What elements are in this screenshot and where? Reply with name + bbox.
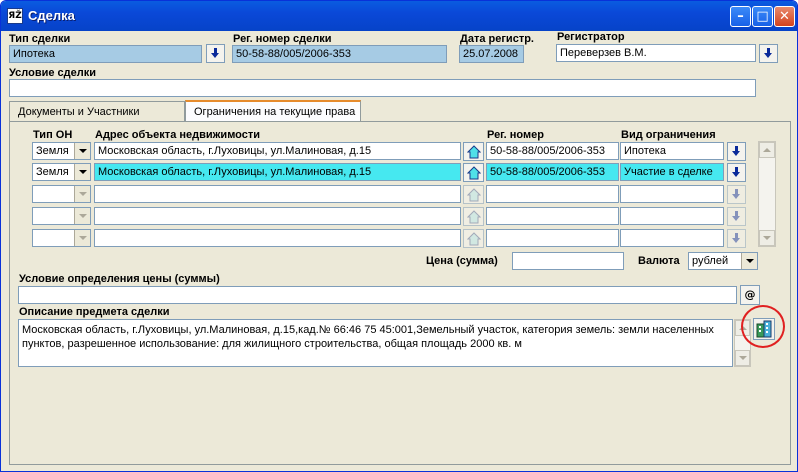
chevron-down-icon[interactable] (741, 253, 757, 269)
reg-number-label: Рег. номер сделки (233, 33, 332, 45)
row-type-select[interactable] (32, 185, 91, 203)
reg-number-field[interactable]: 50-58-88/005/2006-353 (232, 45, 447, 63)
app-icon: ЯŽ (7, 8, 23, 24)
chevron-down-icon[interactable] (74, 208, 90, 224)
row-object-button[interactable] (463, 229, 484, 248)
row-reg-number-field[interactable]: 50-58-88/005/2006-353 (486, 163, 619, 181)
row-object-button[interactable] (463, 163, 484, 182)
price-field[interactable] (512, 252, 624, 270)
row-type-select[interactable] (32, 229, 91, 247)
row-restriction-field[interactable] (620, 207, 724, 225)
registrar-label: Регистратор (557, 31, 625, 43)
tab-current-rights-restrictions[interactable]: Ограничения на текущие права (185, 100, 361, 123)
row-reg-number-field[interactable] (486, 185, 619, 203)
condition-label: Условие сделки (9, 67, 97, 79)
at-button[interactable]: @ (740, 285, 760, 305)
minimize-icon: – (737, 9, 744, 24)
row-type-select[interactable]: Земля (32, 163, 91, 181)
chevron-down-icon[interactable] (74, 186, 90, 202)
close-icon: ✕ (779, 9, 790, 24)
download-arrow-icon (732, 146, 741, 157)
window-title: Сделка (28, 8, 75, 23)
row-address-field[interactable] (94, 229, 461, 247)
registrar-field[interactable]: Переверзев В.М. (556, 44, 756, 62)
currency-value: рублей (692, 255, 729, 267)
chevron-down-icon[interactable] (74, 143, 90, 159)
scroll-up-button[interactable] (759, 142, 775, 158)
download-arrow-icon (732, 233, 741, 244)
house-icon (467, 210, 481, 224)
price-condition-field[interactable] (18, 286, 737, 304)
currency-label: Валюта (638, 255, 680, 267)
registrar-select-button[interactable] (759, 44, 778, 63)
minimize-button[interactable]: – (730, 6, 751, 27)
download-arrow-icon (732, 211, 741, 222)
row-restriction-field[interactable] (620, 185, 724, 203)
row-type-value: Земля (36, 145, 69, 157)
maximize-icon: □ (756, 9, 769, 24)
download-arrow-icon (211, 48, 220, 59)
row-type-select[interactable]: Земля (32, 142, 91, 160)
row-restriction-select-button[interactable] (727, 163, 746, 182)
close-button[interactable]: ✕ (774, 6, 795, 27)
col-header-restriction: Вид ограничения (621, 129, 716, 141)
title-bar[interactable]: ЯŽ Сделка – □ ✕ (1, 1, 797, 31)
grid-scrollbar[interactable] (758, 141, 776, 247)
price-label: Цена (сумма) (426, 255, 498, 267)
row-restriction-select-button[interactable] (727, 207, 746, 226)
reg-date-field[interactable]: 25.07.2008 (459, 45, 524, 63)
row-object-button[interactable] (463, 185, 484, 204)
scroll-down-button[interactable] (759, 230, 775, 246)
chevron-down-icon[interactable] (74, 230, 90, 246)
row-object-button[interactable] (463, 142, 484, 161)
deal-window: ЯŽ Сделка – □ ✕ Тип сделки Ипотека Рег. … (0, 0, 798, 472)
row-restriction-field[interactable] (620, 229, 724, 247)
row-reg-number-field[interactable] (486, 229, 619, 247)
subject-label: Описание предмета сделки (19, 306, 170, 318)
row-restriction-select-button[interactable] (727, 185, 746, 204)
condition-field[interactable] (9, 79, 756, 97)
row-address-field[interactable] (94, 207, 461, 225)
deal-type-label: Тип сделки (9, 33, 71, 45)
row-type-value: Земля (36, 166, 69, 178)
deal-type-field[interactable]: Ипотека (9, 45, 202, 63)
house-icon (467, 188, 481, 202)
house-icon (467, 166, 481, 180)
row-address-field[interactable] (94, 185, 461, 203)
download-arrow-icon (732, 189, 741, 200)
reg-date-label: Дата регистр. (460, 33, 534, 45)
download-arrow-icon (764, 48, 773, 59)
row-restriction-field[interactable]: Участие в сделке (620, 163, 724, 181)
col-header-address: Адрес объекта недвижимости (95, 129, 261, 141)
row-object-button[interactable] (463, 207, 484, 226)
currency-select[interactable]: рублей (688, 252, 758, 270)
row-restriction-select-button[interactable] (727, 229, 746, 248)
row-restriction-select-button[interactable] (727, 142, 746, 161)
house-icon (467, 232, 481, 246)
subject-description-memo[interactable]: Московская область, г.Луховицы, ул.Малин… (18, 319, 733, 367)
tab-documents-participants[interactable]: Документы и Участники (9, 101, 185, 123)
row-address-field[interactable]: Московская область, г.Луховицы, ул.Малин… (94, 142, 461, 160)
chevron-down-icon[interactable] (74, 164, 90, 180)
deal-type-select-button[interactable] (206, 44, 225, 63)
row-reg-number-field[interactable]: 50-58-88/005/2006-353 (486, 142, 619, 160)
house-icon (467, 145, 481, 159)
highlight-ring (741, 305, 785, 348)
row-reg-number-field[interactable] (486, 207, 619, 225)
row-restriction-field[interactable]: Ипотека (620, 142, 724, 160)
price-condition-label: Условие определения цены (суммы) (19, 273, 220, 285)
row-type-select[interactable] (32, 207, 91, 225)
col-header-type: Тип ОН (33, 129, 73, 141)
row-address-field[interactable]: Московская область, г.Луховицы, ул.Малин… (94, 163, 461, 181)
scroll-down-button[interactable] (735, 350, 750, 366)
download-arrow-icon (732, 167, 741, 178)
col-header-reg-number: Рег. номер (487, 129, 544, 141)
maximize-button[interactable]: □ (752, 6, 773, 27)
